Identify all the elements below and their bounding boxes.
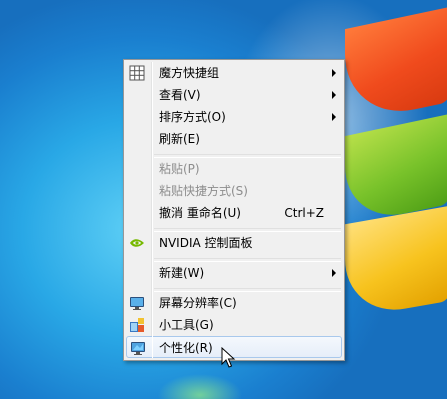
grid-icon	[129, 65, 145, 81]
menu-item-label: 刷新(E)	[159, 132, 200, 146]
menu-item-label: 屏幕分辨率(C)	[159, 296, 237, 310]
submenu-arrow-icon	[332, 69, 336, 77]
menu-item-label: 撤消 重命名(U)	[159, 206, 241, 220]
desktop-context-menu: 魔方快捷组 查看(V) 排序方式(O) 刷新(E) 粘贴(P) 粘贴快捷方式(S…	[123, 59, 345, 361]
submenu-arrow-icon	[332, 113, 336, 121]
nvidia-icon	[130, 239, 144, 247]
menu-item-label: 粘贴快捷方式(S)	[159, 184, 248, 198]
menu-item-sort-by[interactable]: 排序方式(O)	[126, 106, 342, 128]
windows-logo-red-pane	[345, 6, 447, 125]
menu-item-screen-resolution[interactable]: 屏幕分辨率(C)	[126, 292, 342, 314]
menu-item-label: NVIDIA 控制面板	[159, 236, 253, 250]
menu-item-paste[interactable]: 粘贴(P)	[126, 158, 342, 180]
personalize-icon	[131, 342, 145, 355]
menu-item-label: 个性化(R)	[159, 341, 213, 355]
menu-item-label: 粘贴(P)	[159, 162, 200, 176]
menu-item-shortcut: Ctrl+Z	[284, 206, 324, 220]
menu-item-nvidia-control-panel[interactable]: NVIDIA 控制面板	[126, 232, 342, 254]
windows-logo-yellow-pane	[345, 205, 447, 320]
monitor-icon	[130, 297, 144, 310]
menu-item-view[interactable]: 查看(V)	[126, 84, 342, 106]
menu-item-label: 查看(V)	[159, 88, 201, 102]
menu-item-undo-rename[interactable]: 撤消 重命名(U) Ctrl+Z	[126, 202, 342, 224]
mouse-pointer-icon	[221, 347, 236, 368]
submenu-arrow-icon	[332, 91, 336, 99]
menu-item-new[interactable]: 新建(W)	[126, 262, 342, 284]
menu-item-gadgets[interactable]: 小工具(G)	[126, 314, 342, 336]
menu-item-label: 排序方式(O)	[159, 110, 226, 124]
gadgets-icon	[130, 318, 144, 332]
menu-item-label: 新建(W)	[159, 266, 205, 280]
menu-item-label: 小工具(G)	[159, 318, 214, 332]
wallpaper-grass	[140, 355, 260, 399]
menu-item-mofang-shortcuts[interactable]: 魔方快捷组	[126, 62, 342, 84]
submenu-arrow-icon	[332, 269, 336, 277]
menu-item-paste-shortcut[interactable]: 粘贴快捷方式(S)	[126, 180, 342, 202]
menu-item-label: 魔方快捷组	[159, 66, 220, 80]
menu-item-refresh[interactable]: 刷新(E)	[126, 128, 342, 150]
